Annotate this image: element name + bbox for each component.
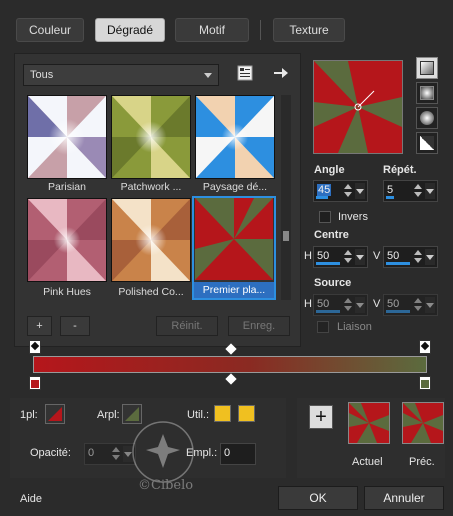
chevron-down-icon[interactable]: [355, 183, 365, 199]
thumb-label: Polished Co...: [118, 286, 184, 298]
cancel-button[interactable]: Annuler: [364, 486, 444, 510]
link-label: Liaison: [337, 321, 372, 333]
location-value[interactable]: 0: [224, 447, 230, 459]
current-preview-swatch: [348, 402, 390, 444]
angle-value[interactable]: 45: [317, 184, 332, 196]
chevron-down-icon[interactable]: [425, 183, 435, 199]
source-h-spinbox[interactable]: 50: [313, 294, 368, 316]
previous-label: Préc.: [409, 456, 435, 468]
bottom-left-stop-marker[interactable]: [29, 376, 41, 390]
thumb-patchwork[interactable]: [111, 95, 191, 179]
bottom-right-stop-marker[interactable]: [419, 376, 431, 390]
center-label: Centre: [314, 229, 349, 241]
rectangular-style-icon[interactable]: [416, 82, 438, 104]
repeat-label: Répét.: [383, 164, 417, 176]
source-v-value[interactable]: 50: [387, 298, 399, 310]
bottom-midpoint-marker[interactable]: [225, 373, 237, 385]
source-h-slider[interactable]: [316, 310, 340, 313]
source-h-label: H: [304, 298, 312, 310]
ok-button[interactable]: OK: [278, 486, 358, 510]
sunburst-style-icon[interactable]: [416, 132, 438, 154]
source-h-value[interactable]: 50: [317, 298, 329, 310]
thumb-label: Pink Hues: [43, 286, 91, 298]
tab-couleur[interactable]: Couleur: [16, 18, 84, 42]
remove-gradient-button[interactable]: -: [60, 316, 90, 336]
angle-label: Angle: [314, 164, 345, 176]
center-v-slider[interactable]: [386, 262, 410, 265]
chevron-down-icon[interactable]: [355, 249, 365, 265]
center-h-spinbox[interactable]: 50: [313, 246, 368, 268]
center-h-value[interactable]: 50: [317, 250, 329, 262]
thumb-paysage[interactable]: [195, 95, 275, 179]
chevron-down-icon[interactable]: [425, 249, 435, 265]
fg-label: 1pl:: [20, 409, 38, 421]
linear-style-icon[interactable]: [416, 57, 438, 79]
chevron-down-icon: [204, 73, 212, 78]
gradient-bar[interactable]: [33, 356, 427, 373]
source-v-label: V: [373, 298, 381, 310]
location-field[interactable]: 0: [220, 443, 256, 465]
tab-texture[interactable]: Texture: [273, 18, 345, 42]
thumb-label: Patchwork ...: [120, 181, 182, 193]
repeat-slider[interactable]: [386, 196, 394, 199]
source-v-slider[interactable]: [386, 310, 410, 313]
category-dropdown-value: Tous: [30, 69, 54, 81]
thumb-scrollbar[interactable]: [281, 95, 291, 300]
spin-arrows-icon[interactable]: [413, 249, 423, 265]
arrow-right-icon[interactable]: [272, 64, 290, 82]
bg-label: Arpl:: [97, 409, 120, 421]
tab-divider: [260, 20, 261, 40]
user-color-swatch-2[interactable]: [238, 405, 255, 422]
top-left-stop-marker[interactable]: [29, 340, 41, 354]
chevron-down-icon[interactable]: [425, 297, 435, 313]
gradient-preview[interactable]: [313, 60, 403, 154]
watermark-logo: ©Cibelo: [118, 412, 218, 493]
angle-spinbox[interactable]: 45: [313, 180, 368, 202]
list-view-icon[interactable]: [236, 64, 254, 82]
center-v-value[interactable]: 50: [387, 250, 399, 262]
thumb-parisian[interactable]: [27, 95, 107, 179]
invert-checkbox[interactable]: [319, 211, 331, 223]
source-v-spinbox[interactable]: 50: [383, 294, 438, 316]
add-swatch-button[interactable]: +: [309, 405, 333, 429]
radial-style-icon[interactable]: [416, 107, 438, 129]
thumb-label: Paysage dé...: [202, 181, 268, 193]
chevron-down-icon[interactable]: [355, 297, 365, 313]
category-dropdown[interactable]: Tous: [23, 64, 219, 86]
spin-arrows-icon[interactable]: [413, 297, 423, 313]
center-h-label: H: [304, 250, 312, 262]
thumb-pink-hues[interactable]: [27, 198, 107, 282]
repeat-spinbox[interactable]: 5: [383, 180, 438, 202]
scrollbar-thumb[interactable]: [283, 231, 289, 241]
center-v-label: V: [373, 250, 381, 262]
tab-degrade[interactable]: Dégradé: [95, 18, 165, 42]
opacity-value[interactable]: 0: [88, 447, 94, 459]
invert-label: Invers: [338, 211, 368, 223]
link-checkbox[interactable]: [317, 321, 329, 333]
current-label: Actuel: [352, 456, 383, 468]
add-gradient-button[interactable]: +: [27, 316, 52, 336]
reinit-button[interactable]: Réinit.: [156, 316, 218, 336]
previous-preview-swatch[interactable]: [402, 402, 444, 444]
thumb-label: Parisian: [48, 181, 86, 193]
save-gradient-button[interactable]: Enreg.: [228, 316, 290, 336]
spin-arrows-icon[interactable]: [343, 297, 353, 313]
top-right-stop-marker[interactable]: [419, 340, 431, 354]
tab-motif[interactable]: Motif: [175, 18, 249, 42]
repeat-value[interactable]: 5: [387, 184, 393, 196]
opacity-label: Opacité:: [30, 447, 71, 459]
spin-arrows-icon[interactable]: [413, 183, 423, 199]
help-link[interactable]: Aide: [20, 493, 42, 505]
spin-arrows-icon[interactable]: [343, 249, 353, 265]
thumb-polished[interactable]: [111, 198, 191, 282]
source-label: Source: [314, 277, 352, 289]
spin-arrows-icon[interactable]: [343, 183, 353, 199]
thumb-premier-plan-selected[interactable]: Premier pla...: [192, 196, 276, 300]
angle-slider[interactable]: [316, 196, 328, 199]
center-h-slider[interactable]: [316, 262, 340, 265]
watermark-text: ©Cibelo: [138, 478, 194, 493]
fg-color-swatch[interactable]: [45, 404, 65, 424]
center-v-spinbox[interactable]: 50: [383, 246, 438, 268]
thumb-label: Premier pla...: [194, 282, 274, 298]
